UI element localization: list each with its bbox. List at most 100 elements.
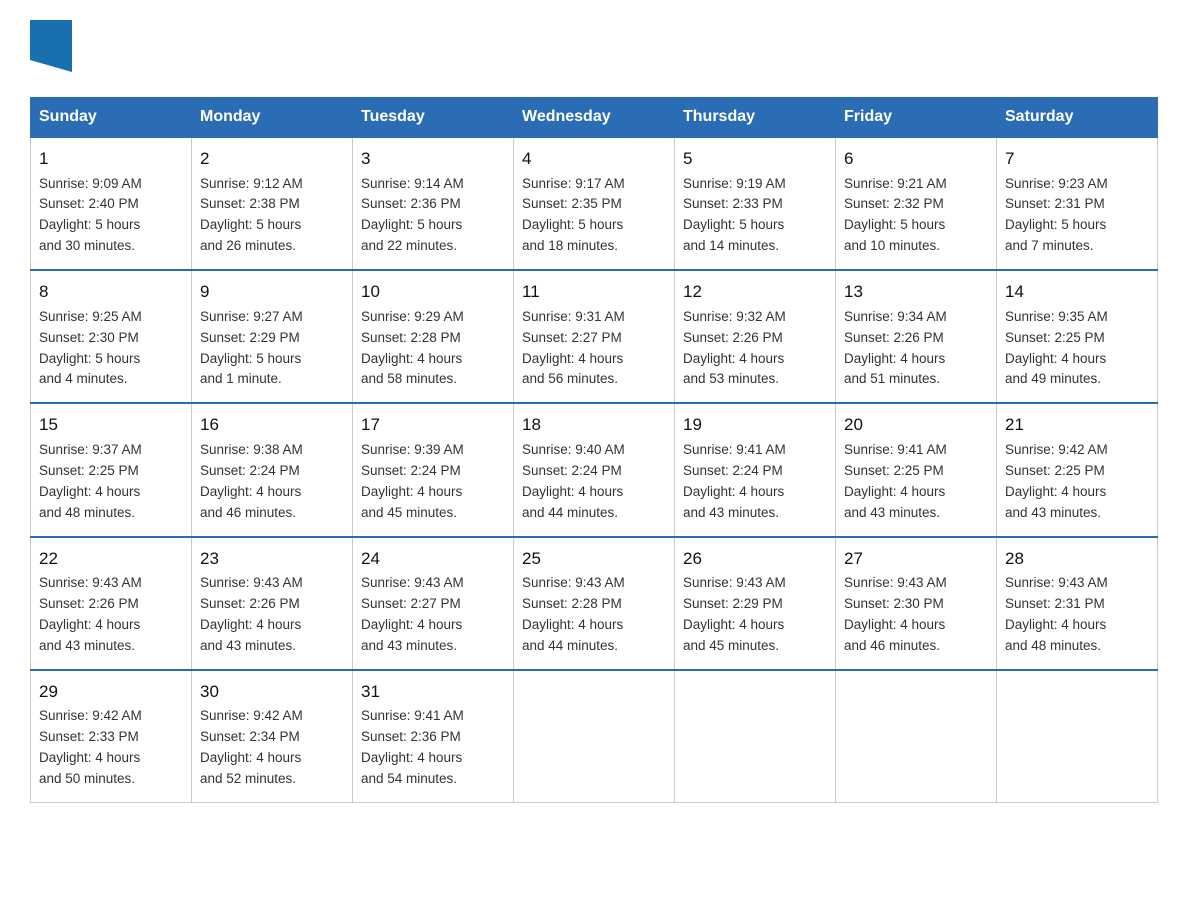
calendar-day-cell: 30 Sunrise: 9:42 AMSunset: 2:34 PMDaylig…: [192, 670, 353, 803]
day-number: 4: [522, 146, 666, 172]
day-number: 16: [200, 412, 344, 438]
page-header: [30, 20, 1158, 77]
day-number: 22: [39, 546, 183, 572]
calendar-week-row: 15 Sunrise: 9:37 AMSunset: 2:25 PMDaylig…: [31, 403, 1158, 536]
day-info: Sunrise: 9:23 AMSunset: 2:31 PMDaylight:…: [1005, 176, 1108, 254]
day-number: 17: [361, 412, 505, 438]
calendar-day-cell: 8 Sunrise: 9:25 AMSunset: 2:30 PMDayligh…: [31, 270, 192, 403]
day-number: 23: [200, 546, 344, 572]
calendar-day-cell: 4 Sunrise: 9:17 AMSunset: 2:35 PMDayligh…: [514, 137, 675, 270]
day-number: 11: [522, 279, 666, 305]
calendar-day-cell: 21 Sunrise: 9:42 AMSunset: 2:25 PMDaylig…: [997, 403, 1158, 536]
day-info: Sunrise: 9:43 AMSunset: 2:27 PMDaylight:…: [361, 575, 464, 653]
calendar-day-cell: 19 Sunrise: 9:41 AMSunset: 2:24 PMDaylig…: [675, 403, 836, 536]
day-number: 20: [844, 412, 988, 438]
calendar-day-cell: [675, 670, 836, 803]
day-number: 1: [39, 146, 183, 172]
day-number: 15: [39, 412, 183, 438]
calendar-week-row: 22 Sunrise: 9:43 AMSunset: 2:26 PMDaylig…: [31, 537, 1158, 670]
day-number: 26: [683, 546, 827, 572]
day-info: Sunrise: 9:43 AMSunset: 2:31 PMDaylight:…: [1005, 575, 1108, 653]
day-number: 14: [1005, 279, 1149, 305]
day-number: 18: [522, 412, 666, 438]
day-info: Sunrise: 9:43 AMSunset: 2:29 PMDaylight:…: [683, 575, 786, 653]
calendar-day-cell: 13 Sunrise: 9:34 AMSunset: 2:26 PMDaylig…: [836, 270, 997, 403]
day-number: 21: [1005, 412, 1149, 438]
calendar-day-cell: 10 Sunrise: 9:29 AMSunset: 2:28 PMDaylig…: [353, 270, 514, 403]
calendar-day-cell: 7 Sunrise: 9:23 AMSunset: 2:31 PMDayligh…: [997, 137, 1158, 270]
weekday-header: Saturday: [997, 98, 1158, 138]
day-info: Sunrise: 9:19 AMSunset: 2:33 PMDaylight:…: [683, 176, 786, 254]
day-info: Sunrise: 9:41 AMSunset: 2:36 PMDaylight:…: [361, 708, 464, 786]
day-info: Sunrise: 9:43 AMSunset: 2:28 PMDaylight:…: [522, 575, 625, 653]
day-number: 12: [683, 279, 827, 305]
day-info: Sunrise: 9:27 AMSunset: 2:29 PMDaylight:…: [200, 309, 303, 387]
day-number: 6: [844, 146, 988, 172]
calendar-day-cell: 16 Sunrise: 9:38 AMSunset: 2:24 PMDaylig…: [192, 403, 353, 536]
calendar-day-cell: 1 Sunrise: 9:09 AMSunset: 2:40 PMDayligh…: [31, 137, 192, 270]
weekday-header: Tuesday: [353, 98, 514, 138]
day-info: Sunrise: 9:34 AMSunset: 2:26 PMDaylight:…: [844, 309, 947, 387]
day-number: 24: [361, 546, 505, 572]
day-info: Sunrise: 9:35 AMSunset: 2:25 PMDaylight:…: [1005, 309, 1108, 387]
weekday-header: Monday: [192, 98, 353, 138]
calendar-day-cell: 25 Sunrise: 9:43 AMSunset: 2:28 PMDaylig…: [514, 537, 675, 670]
calendar-day-cell: 14 Sunrise: 9:35 AMSunset: 2:25 PMDaylig…: [997, 270, 1158, 403]
day-info: Sunrise: 9:14 AMSunset: 2:36 PMDaylight:…: [361, 176, 464, 254]
weekday-header: Thursday: [675, 98, 836, 138]
day-info: Sunrise: 9:29 AMSunset: 2:28 PMDaylight:…: [361, 309, 464, 387]
calendar-day-cell: 22 Sunrise: 9:43 AMSunset: 2:26 PMDaylig…: [31, 537, 192, 670]
day-info: Sunrise: 9:43 AMSunset: 2:30 PMDaylight:…: [844, 575, 947, 653]
day-number: 30: [200, 679, 344, 705]
day-info: Sunrise: 9:42 AMSunset: 2:25 PMDaylight:…: [1005, 442, 1108, 520]
calendar-day-cell: 24 Sunrise: 9:43 AMSunset: 2:27 PMDaylig…: [353, 537, 514, 670]
calendar-day-cell: 20 Sunrise: 9:41 AMSunset: 2:25 PMDaylig…: [836, 403, 997, 536]
day-info: Sunrise: 9:39 AMSunset: 2:24 PMDaylight:…: [361, 442, 464, 520]
day-number: 29: [39, 679, 183, 705]
day-number: 25: [522, 546, 666, 572]
day-number: 9: [200, 279, 344, 305]
calendar-day-cell: 15 Sunrise: 9:37 AMSunset: 2:25 PMDaylig…: [31, 403, 192, 536]
day-info: Sunrise: 9:40 AMSunset: 2:24 PMDaylight:…: [522, 442, 625, 520]
calendar-day-cell: 23 Sunrise: 9:43 AMSunset: 2:26 PMDaylig…: [192, 537, 353, 670]
calendar-day-cell: 2 Sunrise: 9:12 AMSunset: 2:38 PMDayligh…: [192, 137, 353, 270]
day-number: 19: [683, 412, 827, 438]
calendar-day-cell: 3 Sunrise: 9:14 AMSunset: 2:36 PMDayligh…: [353, 137, 514, 270]
day-info: Sunrise: 9:31 AMSunset: 2:27 PMDaylight:…: [522, 309, 625, 387]
calendar-day-cell: 29 Sunrise: 9:42 AMSunset: 2:33 PMDaylig…: [31, 670, 192, 803]
day-info: Sunrise: 9:09 AMSunset: 2:40 PMDaylight:…: [39, 176, 142, 254]
calendar-day-cell: 12 Sunrise: 9:32 AMSunset: 2:26 PMDaylig…: [675, 270, 836, 403]
day-info: Sunrise: 9:43 AMSunset: 2:26 PMDaylight:…: [39, 575, 142, 653]
calendar-day-cell: [997, 670, 1158, 803]
calendar-day-cell: 9 Sunrise: 9:27 AMSunset: 2:29 PMDayligh…: [192, 270, 353, 403]
day-info: Sunrise: 9:12 AMSunset: 2:38 PMDaylight:…: [200, 176, 303, 254]
day-info: Sunrise: 9:42 AMSunset: 2:34 PMDaylight:…: [200, 708, 303, 786]
day-info: Sunrise: 9:17 AMSunset: 2:35 PMDaylight:…: [522, 176, 625, 254]
day-info: Sunrise: 9:25 AMSunset: 2:30 PMDaylight:…: [39, 309, 142, 387]
weekday-header: Wednesday: [514, 98, 675, 138]
day-number: 2: [200, 146, 344, 172]
day-number: 5: [683, 146, 827, 172]
calendar-day-cell: 31 Sunrise: 9:41 AMSunset: 2:36 PMDaylig…: [353, 670, 514, 803]
day-number: 7: [1005, 146, 1149, 172]
calendar-day-cell: [514, 670, 675, 803]
day-info: Sunrise: 9:37 AMSunset: 2:25 PMDaylight:…: [39, 442, 142, 520]
day-info: Sunrise: 9:38 AMSunset: 2:24 PMDaylight:…: [200, 442, 303, 520]
calendar-day-cell: 5 Sunrise: 9:19 AMSunset: 2:33 PMDayligh…: [675, 137, 836, 270]
calendar-week-row: 1 Sunrise: 9:09 AMSunset: 2:40 PMDayligh…: [31, 137, 1158, 270]
calendar-day-cell: 28 Sunrise: 9:43 AMSunset: 2:31 PMDaylig…: [997, 537, 1158, 670]
logo: [30, 20, 78, 77]
day-number: 27: [844, 546, 988, 572]
weekday-header: Friday: [836, 98, 997, 138]
day-number: 3: [361, 146, 505, 172]
day-number: 13: [844, 279, 988, 305]
calendar-day-cell: 11 Sunrise: 9:31 AMSunset: 2:27 PMDaylig…: [514, 270, 675, 403]
day-info: Sunrise: 9:41 AMSunset: 2:24 PMDaylight:…: [683, 442, 786, 520]
day-number: 31: [361, 679, 505, 705]
calendar-day-cell: 6 Sunrise: 9:21 AMSunset: 2:32 PMDayligh…: [836, 137, 997, 270]
day-info: Sunrise: 9:43 AMSunset: 2:26 PMDaylight:…: [200, 575, 303, 653]
day-info: Sunrise: 9:21 AMSunset: 2:32 PMDaylight:…: [844, 176, 947, 254]
calendar-day-cell: 17 Sunrise: 9:39 AMSunset: 2:24 PMDaylig…: [353, 403, 514, 536]
calendar-week-row: 29 Sunrise: 9:42 AMSunset: 2:33 PMDaylig…: [31, 670, 1158, 803]
calendar-week-row: 8 Sunrise: 9:25 AMSunset: 2:30 PMDayligh…: [31, 270, 1158, 403]
